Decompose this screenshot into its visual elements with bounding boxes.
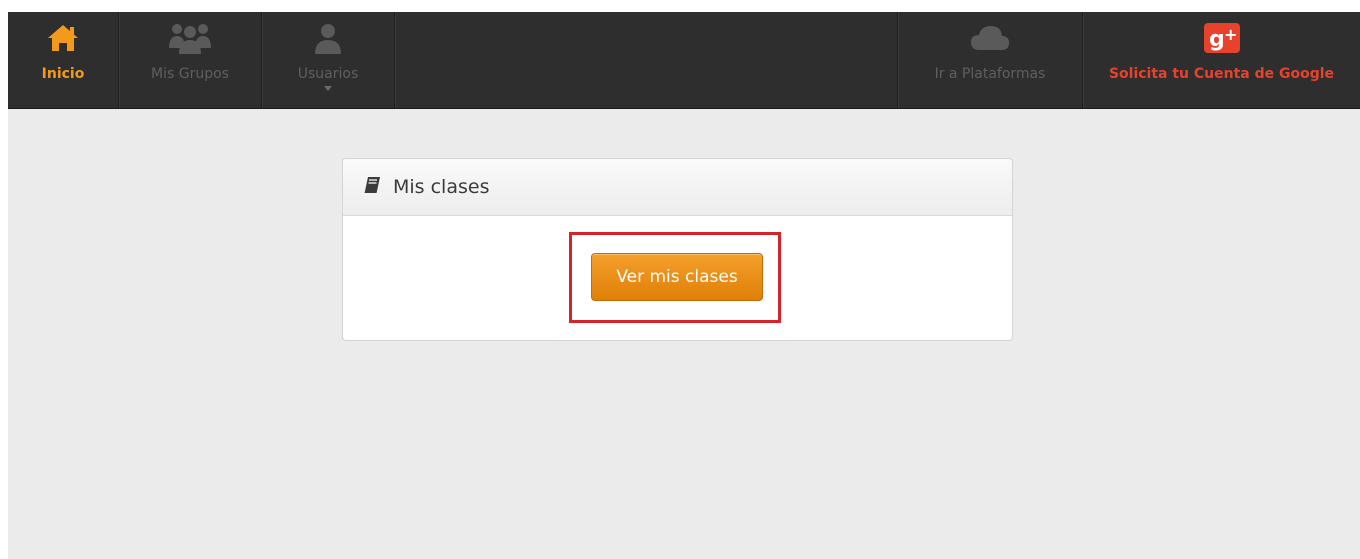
- nav-item-solicita-cuenta-google[interactable]: g + Solicita tu Cuenta de Google: [1083, 12, 1360, 108]
- cloud-icon: [970, 22, 1010, 54]
- top-navigation-bar: Inicio Mis Grupos Usuarios Ir a Platafor…: [8, 12, 1360, 109]
- nav-item-usuarios[interactable]: Usuarios: [262, 12, 394, 108]
- page-background: Inicio Mis Grupos Usuarios Ir a Platafor…: [8, 12, 1360, 559]
- svg-text:+: +: [1224, 25, 1237, 44]
- nav-item-ir-a-plataformas[interactable]: Ir a Plataformas: [898, 12, 1082, 108]
- panel-title: Mis clases: [393, 176, 490, 198]
- book-icon: [363, 176, 381, 198]
- nav-label-ir-a-plataformas: Ir a Plataformas: [934, 66, 1046, 82]
- mis-clases-panel: Mis clases Ver mis clases: [342, 158, 1013, 341]
- nav-item-inicio[interactable]: Inicio: [8, 12, 118, 108]
- nav-item-mis-grupos[interactable]: Mis Grupos: [119, 12, 261, 108]
- google-plus-icon: g +: [1203, 22, 1241, 54]
- home-icon: [46, 22, 80, 54]
- nav-label-solicita-cuenta-google: Solicita tu Cuenta de Google: [1108, 66, 1335, 82]
- panel-header: Mis clases: [343, 159, 1012, 216]
- user-icon: [314, 22, 342, 54]
- nav-label-inicio: Inicio: [41, 66, 85, 82]
- ver-mis-clases-button[interactable]: Ver mis clases: [591, 253, 763, 301]
- svg-text:g: g: [1209, 27, 1225, 52]
- group-icon: [168, 22, 212, 54]
- nav-label-mis-grupos: Mis Grupos: [151, 66, 229, 82]
- nav-divider: [394, 12, 395, 108]
- chevron-down-icon: [324, 86, 332, 91]
- nav-label-usuarios: Usuarios: [297, 66, 359, 82]
